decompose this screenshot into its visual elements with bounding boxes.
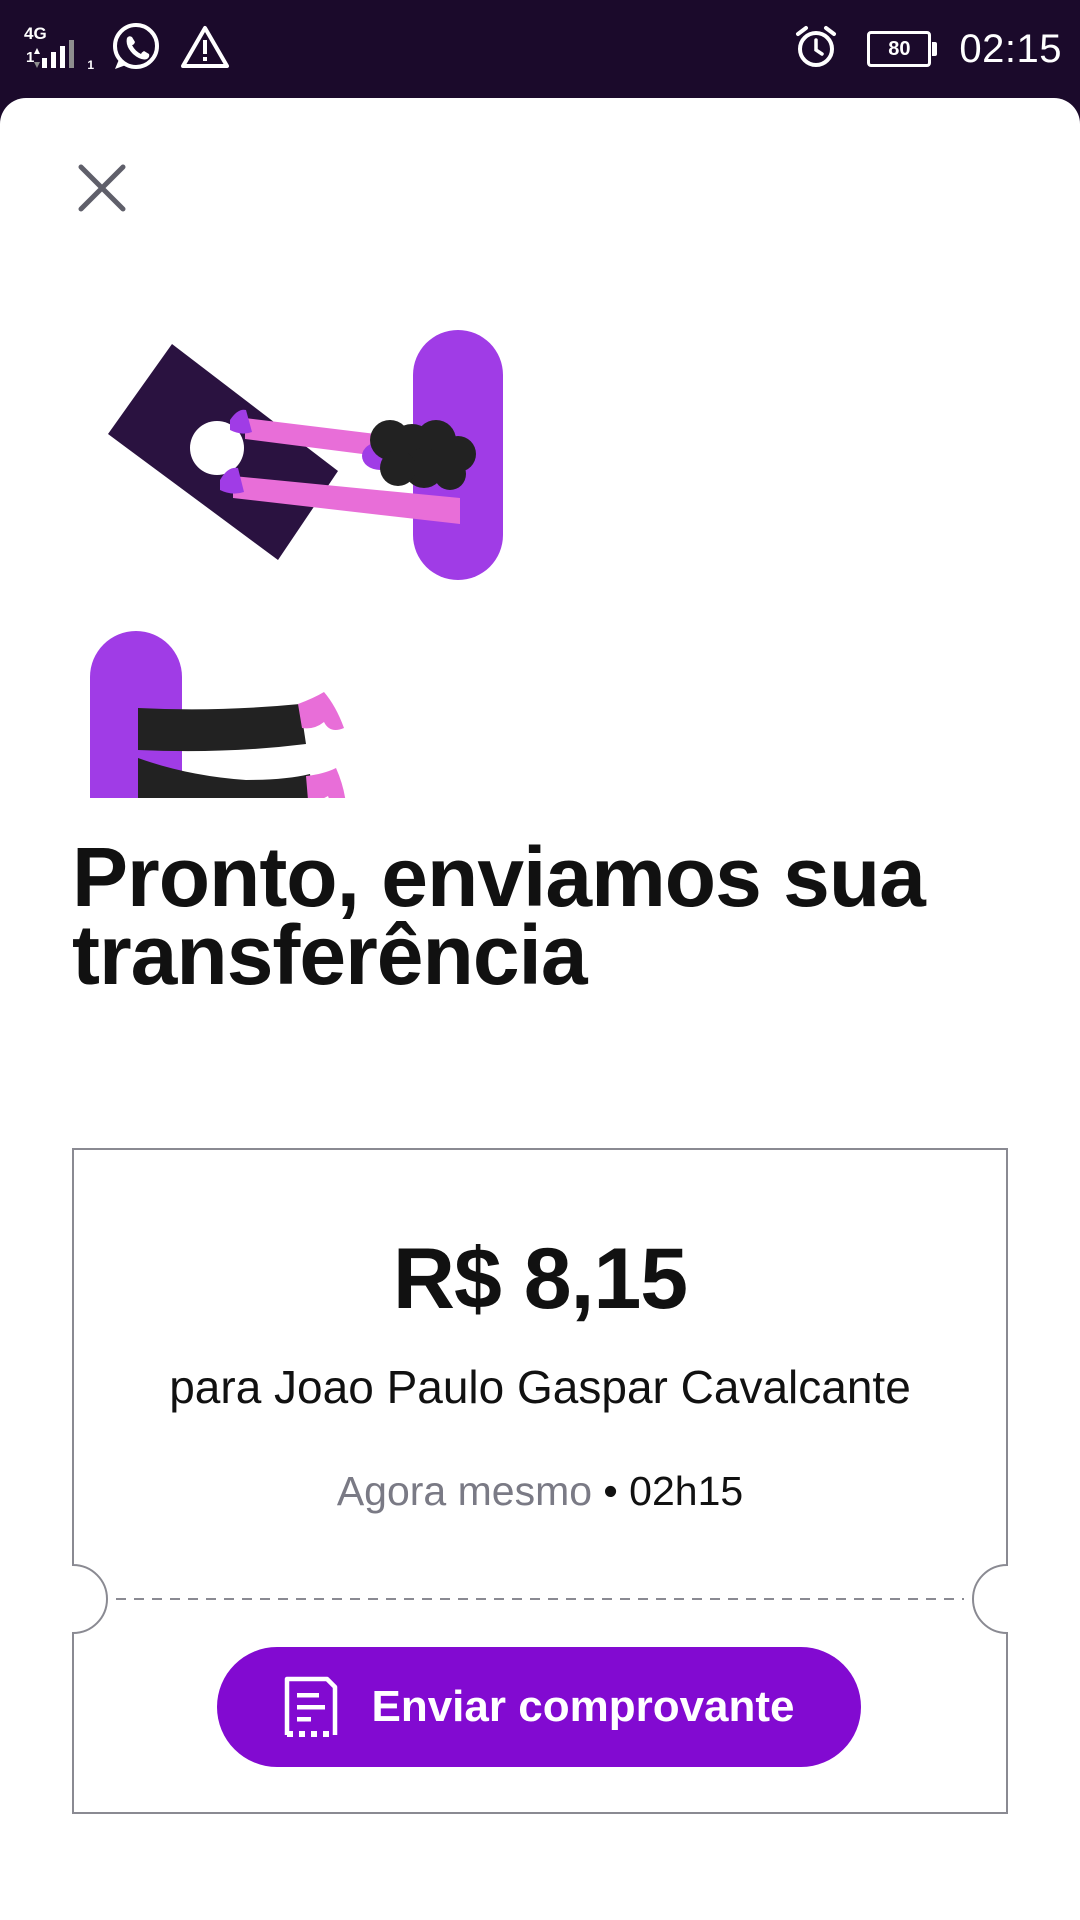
transfer-amount: R$ 8,15 xyxy=(392,1231,688,1327)
success-headline: Pronto, enviamos sua transferência xyxy=(72,830,926,1002)
close-icon xyxy=(78,164,126,212)
warning-icon xyxy=(180,24,230,75)
battery-icon: 80 xyxy=(867,31,938,67)
send-receipt-button-label: Enviar comprovante xyxy=(371,1682,795,1731)
status-bar: 4G 1 1 80 02:15 xyxy=(0,0,1080,98)
transfer-time-absolute: 02h15 xyxy=(629,1468,744,1514)
transfer-success-sheet: Pronto, enviamos sua transferência R$ 8,… xyxy=(0,98,1080,1920)
whatsapp-icon xyxy=(110,21,162,78)
transfer-time-relative: Agora mesmo xyxy=(336,1468,593,1514)
transfer-illustration xyxy=(90,330,503,798)
status-bar-right: 80 02:15 xyxy=(793,14,1062,84)
signal-icon: 4G 1 1 xyxy=(22,24,94,74)
transfer-time: Agora mesmo • 02h15 xyxy=(72,1468,1008,1515)
send-receipt-button[interactable]: Enviar comprovante xyxy=(217,1647,861,1767)
close-button[interactable] xyxy=(64,150,140,226)
time-separator: • xyxy=(592,1468,630,1514)
transfer-recipient: para Joao Paulo Gaspar Cavalcante xyxy=(169,1361,911,1413)
status-time: 02:15 xyxy=(959,26,1062,71)
alarm-icon xyxy=(793,24,839,75)
status-bar-left: 4G 1 1 xyxy=(22,14,230,84)
sim-slot-secondary-label: 1 xyxy=(87,58,94,72)
battery-level: 80 xyxy=(888,37,911,60)
transfer-receipt-card: R$ 8,15 para Joao Paulo Gaspar Cavalcant… xyxy=(72,1148,1008,1814)
receipt-icon xyxy=(285,1676,338,1737)
